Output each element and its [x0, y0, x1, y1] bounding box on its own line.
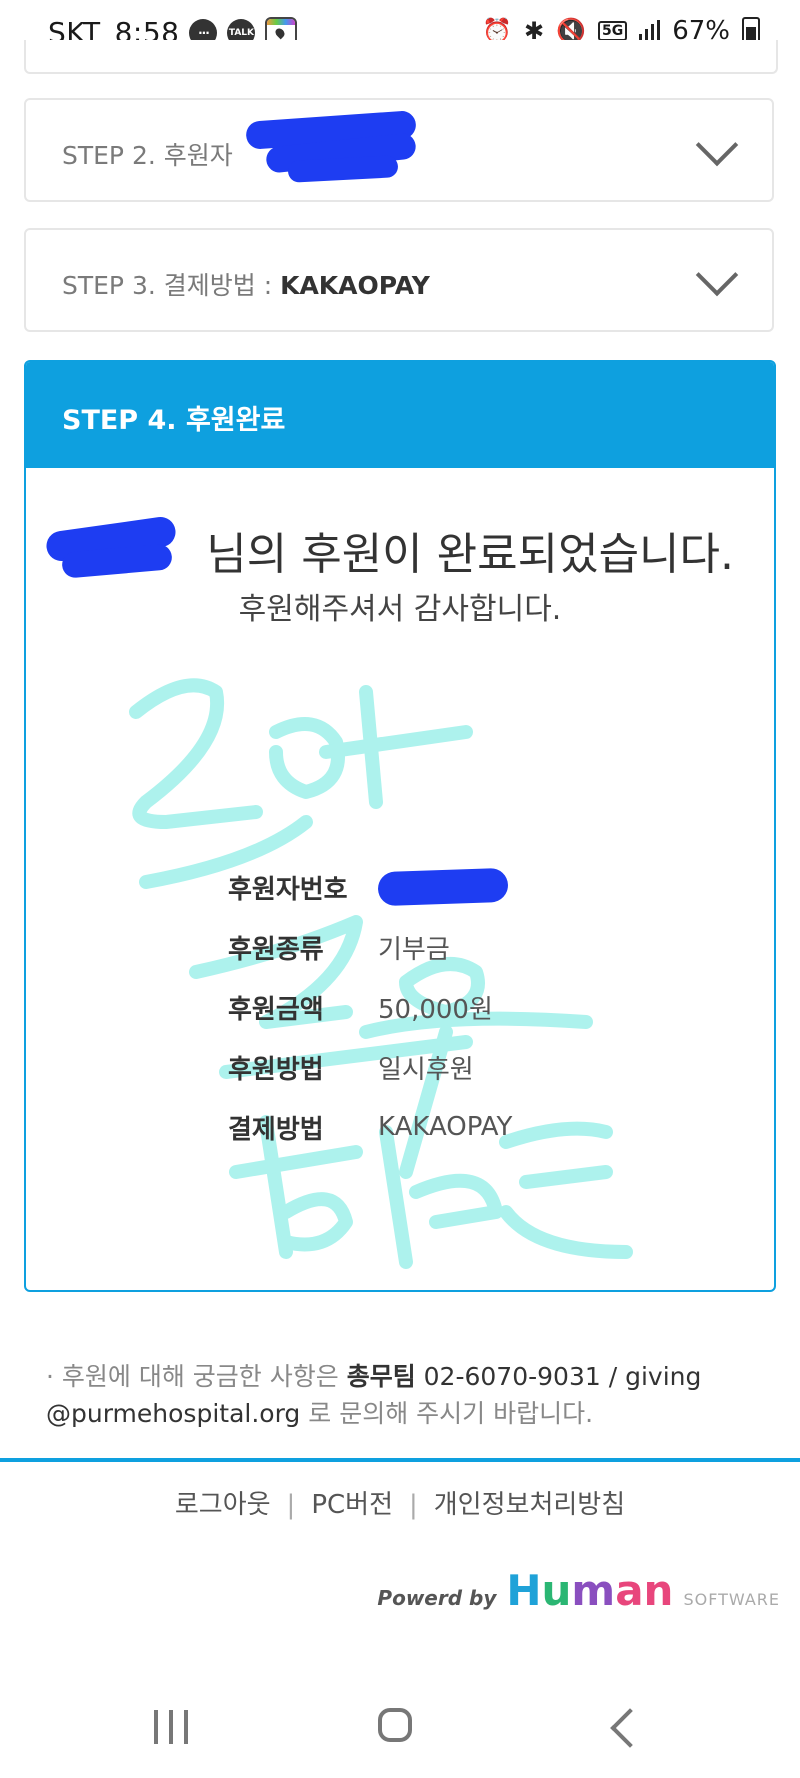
completion-message: 님의 후원이 완료되었습니다. — [206, 529, 734, 580]
inquiry-phone[interactable]: 02-6070-9031 — [416, 1362, 601, 1391]
privacy-policy-link[interactable]: 개인정보처리방침 — [434, 1490, 625, 1520]
detail-row: 후원금액 50,000원 — [228, 977, 512, 1037]
detail-label: 후원자번호 — [228, 874, 348, 905]
step-3-label: STEP 3. 결제방법 : KAKAOPAY — [62, 266, 430, 302]
system-nav-bar — [0, 1680, 800, 1778]
powered-by-text: Powerd by — [377, 1586, 497, 1610]
detail-value: 일시후원 — [378, 1054, 474, 1085]
detail-value: KAKAOPAY — [378, 1112, 513, 1142]
detail-label: 후원방법 — [228, 1054, 324, 1085]
detail-label: 후원종류 — [228, 934, 324, 965]
step-3-label-text: STEP 3. 결제방법 : — [62, 271, 281, 300]
donation-details: 후원자번호 후원종류 기부금 후원금액 50,000원 후원방법 일시후원 결제… — [228, 857, 512, 1157]
detail-value: 50,000원 — [378, 994, 493, 1025]
link-separator: | — [286, 1490, 296, 1520]
inquiry-suffix: 로 문의해 주시기 바랍니다. — [300, 1399, 594, 1428]
step-4-panel: STEP 4. 후원완료 님의 후원이 완료되었습니다. 후원해주셔서 감사합니… — [24, 360, 776, 1292]
thanks-message: 후원해주셔서 감사합니다. — [238, 592, 562, 627]
logout-link[interactable]: 로그아웃 — [175, 1490, 271, 1520]
detail-label: 결제방법 — [228, 1114, 324, 1145]
inquiry-notice: · 후원에 대해 궁금한 사항은 총무팀 02-6070-9031 / givi… — [46, 1358, 766, 1432]
link-separator: | — [409, 1490, 418, 1520]
powered-by-logo: Powerd by Human SOFTWARE — [377, 1566, 780, 1615]
step-3-accordion[interactable]: STEP 3. 결제방법 : KAKAOPAY — [24, 228, 774, 332]
chevron-down-icon[interactable] — [695, 123, 739, 167]
5g-icon: 5G — [597, 21, 628, 41]
inquiry-prefix: · 후원에 대해 궁금한 사항은 — [46, 1362, 347, 1391]
back-icon[interactable] — [610, 1708, 650, 1748]
signal-icon — [639, 20, 661, 42]
detail-row: 결제방법 KAKAOPAY — [228, 1097, 512, 1157]
software-text: SOFTWARE — [683, 1590, 780, 1609]
inquiry-team: 총무팀 — [346, 1362, 416, 1391]
inquiry-separator: / — [600, 1362, 626, 1391]
home-icon[interactable] — [378, 1708, 412, 1742]
footer-links: 로그아웃 | PC버전 | 개인정보처리방침 — [0, 1484, 800, 1521]
detail-value: 기부금 — [378, 934, 450, 965]
detail-label: 후원금액 — [228, 994, 324, 1025]
chevron-down-icon[interactable] — [695, 253, 739, 297]
redacted-donor-number — [377, 867, 509, 907]
step-4-title: STEP 4. 후원완료 — [62, 405, 286, 436]
human-logo: Human — [506, 1566, 674, 1615]
redacted-donor-name-stroke — [287, 155, 399, 183]
step-1-collapsed[interactable] — [24, 40, 778, 74]
detail-row: 후원방법 일시후원 — [228, 1037, 512, 1097]
payment-method-value: KAKAOPAY — [280, 271, 430, 300]
footer-divider — [0, 1458, 800, 1462]
detail-row: 후원종류 기부금 — [228, 917, 512, 977]
pc-version-link[interactable]: PC버전 — [311, 1490, 393, 1520]
recent-apps-icon[interactable] — [154, 1710, 188, 1744]
step-2-label: STEP 2. 후원자 — [62, 141, 233, 170]
detail-row: 후원자번호 — [228, 857, 512, 917]
step-4-header: STEP 4. 후원완료 — [26, 362, 774, 468]
step-2-accordion[interactable]: STEP 2. 후원자 — [24, 98, 774, 202]
